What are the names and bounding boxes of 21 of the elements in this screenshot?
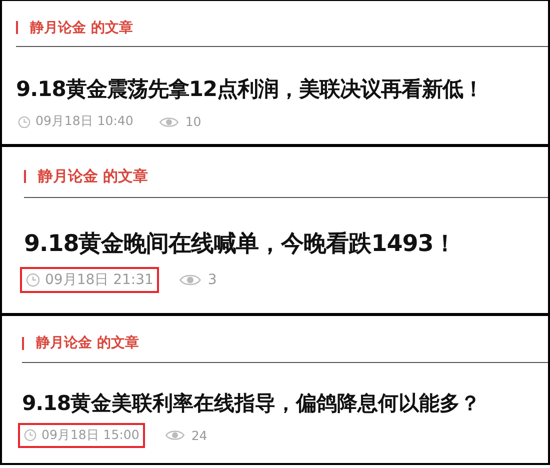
view-count: 3 — [208, 272, 217, 288]
article-date: 09月18日 10:40 — [12, 109, 140, 134]
eye-icon — [159, 116, 180, 128]
highlighted-date: 09月18日 15:00 — [18, 422, 146, 448]
clock-icon — [26, 272, 40, 287]
clock-icon — [24, 429, 36, 442]
eye-icon — [179, 272, 202, 287]
eye-icon — [165, 429, 186, 442]
clock-icon — [18, 116, 30, 128]
highlighted-date: 09月18日 21:31 — [20, 266, 160, 293]
article-title[interactable]: 9.18黄金晚间在线喊单，今晚看跌1493！ — [24, 228, 548, 259]
section-heading: 静月论金 的文章 — [36, 334, 139, 352]
article-title[interactable]: 9.18黄金美联利率在线指导，偏鸽降息何以能多？ — [22, 388, 548, 417]
accent-bar — [24, 170, 26, 184]
section-heading: 静月论金 的文章 — [38, 167, 148, 186]
accent-bar — [22, 336, 24, 350]
view-count: 10 — [185, 114, 202, 130]
article-title[interactable]: 9.18黄金震荡先拿12点利润，美联决议再看新低！ — [16, 75, 548, 104]
view-count: 24 — [191, 428, 208, 443]
section-heading: 静月论金 的文章 — [30, 18, 133, 37]
accent-bar — [16, 21, 18, 34]
